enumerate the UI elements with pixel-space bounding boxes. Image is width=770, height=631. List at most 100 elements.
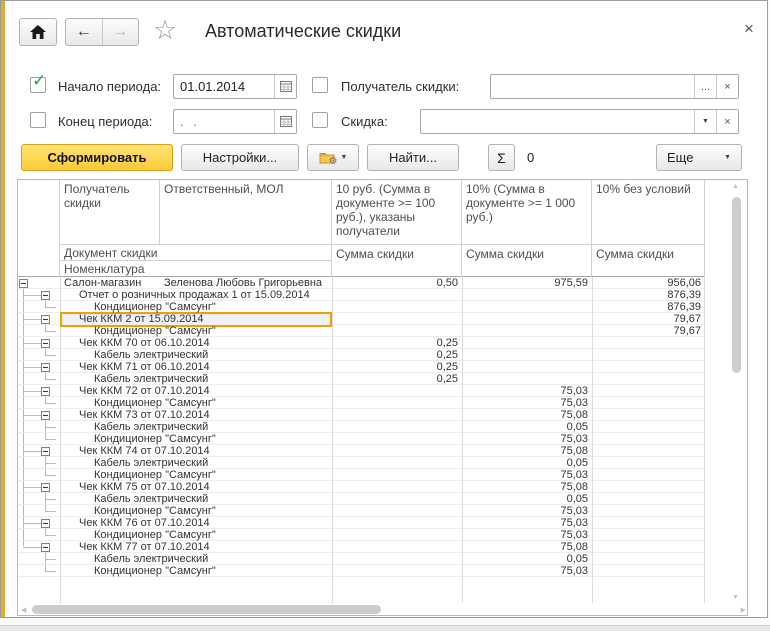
favorite-star-icon[interactable]: ☆ [153, 15, 177, 46]
collapse-icon[interactable] [41, 339, 50, 348]
header-nomenclature[interactable]: Номенклатура [60, 261, 332, 277]
collapse-icon[interactable] [41, 447, 50, 456]
table-row[interactable]: Кондиционер "Самсунг" 75,03 [18, 505, 705, 517]
table-row[interactable]: Кабель электрический 0,05 [18, 457, 705, 469]
header-10nocond[interactable]: 10% без условий [592, 180, 705, 245]
tree-line [23, 397, 24, 408]
table-row[interactable]: Кондиционер "Самсунг" 75,03 [18, 433, 705, 445]
collapse-icon[interactable] [41, 483, 50, 492]
scroll-right-icon[interactable]: ▶ [741, 606, 746, 614]
table-row[interactable]: Кондиционер "Самсунг" 75,03 [18, 469, 705, 481]
table-row[interactable]: Кондиционер "Самсунг" 876,39 [18, 301, 705, 313]
tree-line [23, 319, 41, 320]
recipient-checkbox[interactable]: ✓ [312, 77, 328, 93]
header-10pct[interactable]: 10% (Сумма в документе >= 1 000 руб.) [462, 180, 592, 245]
collapse-icon[interactable] [41, 387, 50, 396]
column-divider [592, 277, 593, 603]
table-row[interactable]: Кабель электрический 0,05 [18, 553, 705, 565]
settings-button[interactable]: Настройки... [181, 144, 299, 171]
tree-line [23, 541, 24, 546]
table-row[interactable]: Салон-магазин Зеленова Любовь Григорьевна… [18, 277, 705, 289]
tree-line [23, 301, 24, 312]
back-button[interactable]: ← [66, 19, 103, 45]
end-period-checkbox[interactable]: ✓ [30, 112, 46, 128]
start-period-input[interactable] [174, 75, 274, 98]
cell-10nocond: 956,06 [667, 277, 701, 289]
horizontal-scrollbar-thumb[interactable] [32, 605, 381, 614]
scroll-up-icon[interactable]: ▲ [732, 183, 739, 190]
dropdown-icon[interactable]: ▼ [694, 110, 716, 133]
clear-icon[interactable]: × [716, 110, 738, 133]
collapse-icon[interactable] [41, 543, 50, 552]
table-row[interactable]: Чек ККМ 77 от 07.10.2014 75,08 [18, 541, 705, 553]
clear-icon[interactable]: × [716, 75, 738, 98]
row-label: Кондиционер "Самсунг" [94, 301, 216, 313]
row-label: Чек ККМ 75 от 07.10.2014 [79, 481, 210, 493]
discount-checkbox[interactable]: ✓ [312, 112, 328, 128]
start-period-checkbox[interactable]: ✓ [30, 71, 46, 93]
table-row[interactable]: Кабель электрический 0,25 [18, 373, 705, 385]
header-document[interactable]: Документ скидки [60, 245, 332, 261]
table-row[interactable]: Кондиционер "Самсунг" 75,03 [18, 565, 705, 577]
table-row[interactable]: Кондиционер "Самсунг" 75,03 [18, 529, 705, 541]
generate-button[interactable]: Сформировать [21, 144, 173, 171]
tree-line [23, 469, 24, 480]
recipient-input[interactable] [491, 75, 694, 98]
tree-line [23, 349, 24, 360]
scroll-left-icon[interactable]: ◀ [21, 606, 26, 614]
table-row[interactable]: Чек ККМ 71 от 06.10.2014 0,25 [18, 361, 705, 373]
table-row[interactable]: Чек ККМ 73 от 07.10.2014 75,08 [18, 409, 705, 421]
cell-10rub: 0,50 [436, 277, 458, 289]
tree-line [23, 529, 24, 540]
table-row[interactable]: Отчет о розничных продажах 1 от 15.09.20… [18, 289, 705, 301]
row-label: Чек ККМ 70 от 06.10.2014 [79, 337, 210, 349]
header-responsible[interactable]: Ответственный, МОЛ [160, 180, 332, 245]
vertical-scrollbar[interactable]: ▲ ▼ [729, 183, 744, 601]
table-row[interactable]: Чек ККМ 72 от 07.10.2014 75,03 [18, 385, 705, 397]
tree-line [23, 493, 24, 504]
calendar-icon[interactable] [274, 110, 296, 133]
forward-icon: → [112, 23, 129, 40]
collapse-icon[interactable] [19, 279, 28, 288]
tree-line [45, 571, 56, 572]
horizontal-scrollbar[interactable]: ◀ ▶ [19, 603, 748, 616]
discount-input[interactable] [421, 110, 694, 133]
cell-10pct: 75,03 [560, 397, 588, 409]
forward-button[interactable]: → [103, 19, 139, 45]
close-icon[interactable]: × [737, 17, 761, 41]
cell-10pct: 0,05 [566, 493, 588, 505]
tree-line [23, 391, 41, 392]
collapse-icon[interactable] [41, 315, 50, 324]
more-button[interactable]: Еще ▼ [656, 144, 742, 171]
scroll-down-icon[interactable]: ▼ [732, 594, 739, 601]
table-row[interactable]: Чек ККМ 2 от 15.09.2014 79,67 [18, 312, 705, 327]
table-row[interactable]: Чек ККМ 76 от 07.10.2014 75,03 [18, 517, 705, 529]
sum-button[interactable]: Σ [488, 144, 515, 171]
cell-10pct: 75,08 [560, 445, 588, 457]
table-row[interactable]: Кондиционер "Самсунг" 75,03 [18, 397, 705, 409]
collapse-icon[interactable] [41, 411, 50, 420]
cell-10pct: 75,03 [560, 469, 588, 481]
vertical-scrollbar-thumb[interactable] [732, 197, 741, 373]
choose-icon[interactable]: ... [694, 75, 716, 98]
table-row[interactable]: Кондиционер "Самсунг" 79,67 [18, 325, 705, 337]
collapse-icon[interactable] [41, 519, 50, 528]
calendar-icon[interactable] [274, 75, 296, 98]
home-button[interactable] [19, 18, 57, 46]
end-period-input[interactable] [174, 110, 274, 133]
table-row[interactable]: Чек ККМ 74 от 07.10.2014 75,08 [18, 445, 705, 457]
cell-10pct: 75,03 [560, 385, 588, 397]
report-variants-button[interactable]: ⚙ ▼ [307, 144, 359, 171]
collapse-icon[interactable] [41, 363, 50, 372]
table-row[interactable]: Чек ККМ 75 от 07.10.2014 75,08 [18, 481, 705, 493]
table-row[interactable]: Кабель электрический 0,25 [18, 349, 705, 361]
table-row[interactable]: Кабель электрический 0,05 [18, 493, 705, 505]
header-recipient[interactable]: Получатель скидки [60, 180, 160, 245]
history-nav: ← → [65, 18, 139, 46]
header-10rub[interactable]: 10 руб. (Сумма в документе >= 100 руб.),… [332, 180, 462, 245]
find-button[interactable]: Найти... [367, 144, 459, 171]
table-row[interactable]: Чек ККМ 70 от 06.10.2014 0,25 [18, 337, 705, 349]
table-row[interactable]: Кабель электрический 0,05 [18, 421, 705, 433]
tree-line [45, 307, 56, 308]
collapse-icon[interactable] [41, 291, 50, 300]
